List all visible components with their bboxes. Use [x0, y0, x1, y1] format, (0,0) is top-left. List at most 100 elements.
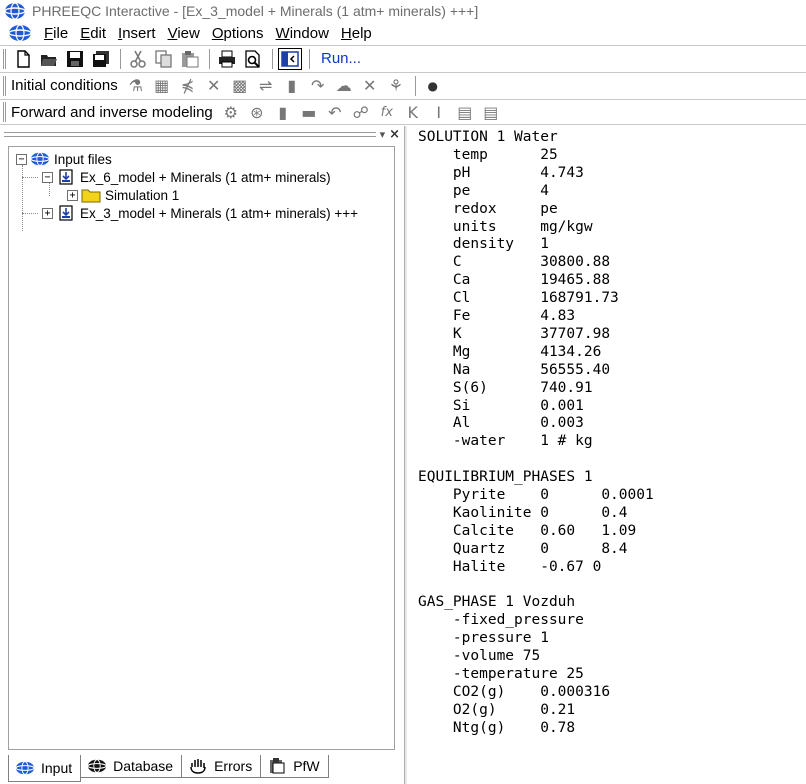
temperature-icon[interactable]: ▮ [280, 76, 304, 95]
menu-bar: File Edit Insert View Options Window Hel… [0, 22, 806, 44]
editor-line[interactable]: K 37707.98 [418, 326, 610, 344]
rates-icon[interactable]: ☍ [349, 103, 373, 122]
copy-icon[interactable] [152, 48, 176, 70]
paste-icon[interactable] [178, 48, 202, 70]
thermometer-icon[interactable]: ▮ [271, 103, 295, 122]
menu-edit[interactable]: Edit [80, 25, 106, 42]
editor-line[interactable]: Cl 168791.73 [418, 290, 619, 308]
editor-line[interactable]: Al 0.003 [418, 415, 584, 433]
table-icon[interactable]: ▤ [453, 103, 477, 122]
editor-line[interactable]: Pyrite 0 0.0001 [418, 487, 654, 505]
editor-line[interactable]: pe 4 [418, 183, 549, 201]
gas-icon[interactable]: ☁ [332, 76, 356, 95]
tab-input[interactable]: Input [8, 755, 82, 782]
print-icon[interactable] [215, 48, 239, 70]
expand-icon[interactable]: + [67, 189, 78, 201]
transport-icon[interactable]: ⚙ [219, 103, 243, 122]
editor-line[interactable]: Calcite 0.60 1.09 [418, 523, 636, 541]
pressure-icon[interactable]: ▬ [297, 103, 321, 122]
menu-insert[interactable]: Insert [118, 25, 156, 42]
tab-pfw[interactable]: PfW [260, 755, 329, 778]
toolbar-grip[interactable] [3, 48, 6, 69]
expand-icon[interactable]: + [42, 207, 53, 219]
open-folder-icon[interactable] [37, 48, 61, 70]
user-icon[interactable]: ⚘ [384, 76, 408, 95]
toolbar-grip[interactable] [3, 102, 6, 122]
editor-line[interactable]: Na 56555.40 [418, 362, 610, 380]
i-icon[interactable]: I [427, 103, 451, 122]
menu-options[interactable]: Options [212, 25, 264, 42]
collapse-icon[interactable]: − [16, 153, 27, 165]
save-icon[interactable] [63, 48, 87, 70]
close-icon[interactable]: × [389, 127, 400, 142]
menu-help[interactable]: Help [341, 25, 372, 42]
keyword-icon[interactable]: ▦ [150, 76, 174, 95]
menu-window[interactable]: Window [276, 25, 329, 42]
initial-conditions-toolbar: Initial conditions ⚗ ▦ ⋠ ✕ ▩ ⇌ ▮ ↷ ☁ ✕ ⚘… [0, 72, 806, 98]
solution-icon[interactable]: ⚗ [124, 76, 148, 95]
editor-line[interactable]: -fixed_pressure [418, 612, 584, 630]
mix-icon[interactable]: ↷ [306, 76, 330, 95]
editor-line[interactable]: Si 0.001 [418, 398, 584, 416]
editor-line[interactable]: -pressure 1 [418, 630, 549, 648]
tab-database[interactable]: Database [80, 755, 183, 778]
k-icon[interactable]: K [401, 103, 425, 122]
editor-line[interactable]: S(6) 740.91 [418, 380, 593, 398]
tree-file-ex6[interactable]: − Ex_6_model + Minerals (1 atm+ minerals… [42, 168, 331, 186]
editor-line[interactable]: C 30800.88 [418, 254, 610, 272]
pin-icon[interactable]: ▾ [380, 128, 386, 141]
tab-label: Errors [214, 758, 253, 774]
editor-line[interactable]: density 1 [418, 236, 549, 254]
editor-line[interactable]: temp 25 [418, 147, 558, 165]
file-explorer-pane: ▾ × − Input files − Ex_6_model + Mineral… [0, 126, 404, 784]
equilibrium-icon[interactable]: ⋠ [176, 76, 200, 95]
tab-errors[interactable]: Errors [181, 755, 262, 778]
print-preview-icon[interactable] [241, 48, 265, 70]
editor-line[interactable]: GAS_PHASE 1 Vozduh [418, 594, 575, 612]
document-icon[interactable] [8, 24, 32, 42]
editor-line[interactable]: Ntg(g) 0.78 [418, 720, 575, 738]
grid-icon[interactable]: ▤ [479, 103, 503, 122]
kinetics-icon[interactable]: ✕ [358, 76, 382, 95]
tree-file-ex3[interactable]: + Ex_3_model + Minerals (1 atm+ minerals… [42, 204, 358, 222]
save-all-icon[interactable] [89, 48, 113, 70]
collapse-icon[interactable]: − [42, 171, 53, 183]
editor-line[interactable]: units mg/kgw [418, 219, 593, 237]
editor-line[interactable]: -water 1 # kg [418, 433, 593, 451]
editor-line[interactable]: redox pe [418, 201, 558, 219]
editor-line[interactable]: Halite -0.67 0 [418, 559, 601, 577]
function-icon[interactable]: fx [375, 105, 399, 120]
editor-line[interactable]: Quartz 0 8.4 [418, 541, 628, 559]
surface-icon[interactable]: ▩ [228, 76, 252, 95]
pane-splitter[interactable] [404, 126, 407, 784]
menu-file[interactable]: File [44, 25, 68, 42]
editor-line[interactable]: EQUILIBRIUM_PHASES 1 [418, 469, 593, 487]
editor-line[interactable]: pH 4.743 [418, 165, 584, 183]
editor-line[interactable]: Kaolinite 0 0.4 [418, 505, 628, 523]
editor-line[interactable]: SOLUTION 1 Water [418, 129, 558, 147]
toolbar-separator [120, 48, 121, 69]
editor-line[interactable]: Ca 19465.88 [418, 272, 610, 290]
editor-line[interactable]: O2(g) 0.21 [418, 702, 575, 720]
undo-kinetic-icon[interactable]: ↶ [323, 103, 347, 122]
toggle-pane-icon[interactable] [278, 47, 302, 70]
run-button[interactable]: Run... [321, 50, 361, 67]
editor-line[interactable]: CO2(g) 0.000316 [418, 684, 610, 702]
editor-pane[interactable]: SOLUTION 1 Water temp 25 pH 4.743 pe 4 r… [408, 126, 806, 784]
dot-icon[interactable]: ● [421, 79, 445, 93]
cut-icon[interactable] [126, 48, 150, 70]
editor-line[interactable]: -volume 75 [418, 648, 540, 666]
editor-line[interactable]: Fe 4.83 [418, 308, 575, 326]
pane-grip[interactable] [4, 131, 376, 137]
inverse-icon[interactable]: ⊛ [245, 103, 269, 122]
reaction-icon[interactable]: ⇌ [254, 76, 278, 95]
menu-view[interactable]: View [168, 25, 200, 42]
tree-simulation-1[interactable]: + Simulation 1 [67, 186, 179, 204]
exchange-icon[interactable]: ✕ [202, 76, 226, 95]
folder-icon [81, 187, 101, 203]
editor-line[interactable]: Mg 4134.26 [418, 344, 601, 362]
new-file-icon[interactable] [11, 48, 35, 70]
toolbar-grip[interactable] [3, 75, 6, 96]
tree-root[interactable]: − Input files [16, 150, 112, 168]
editor-line[interactable]: -temperature 25 [418, 666, 584, 684]
